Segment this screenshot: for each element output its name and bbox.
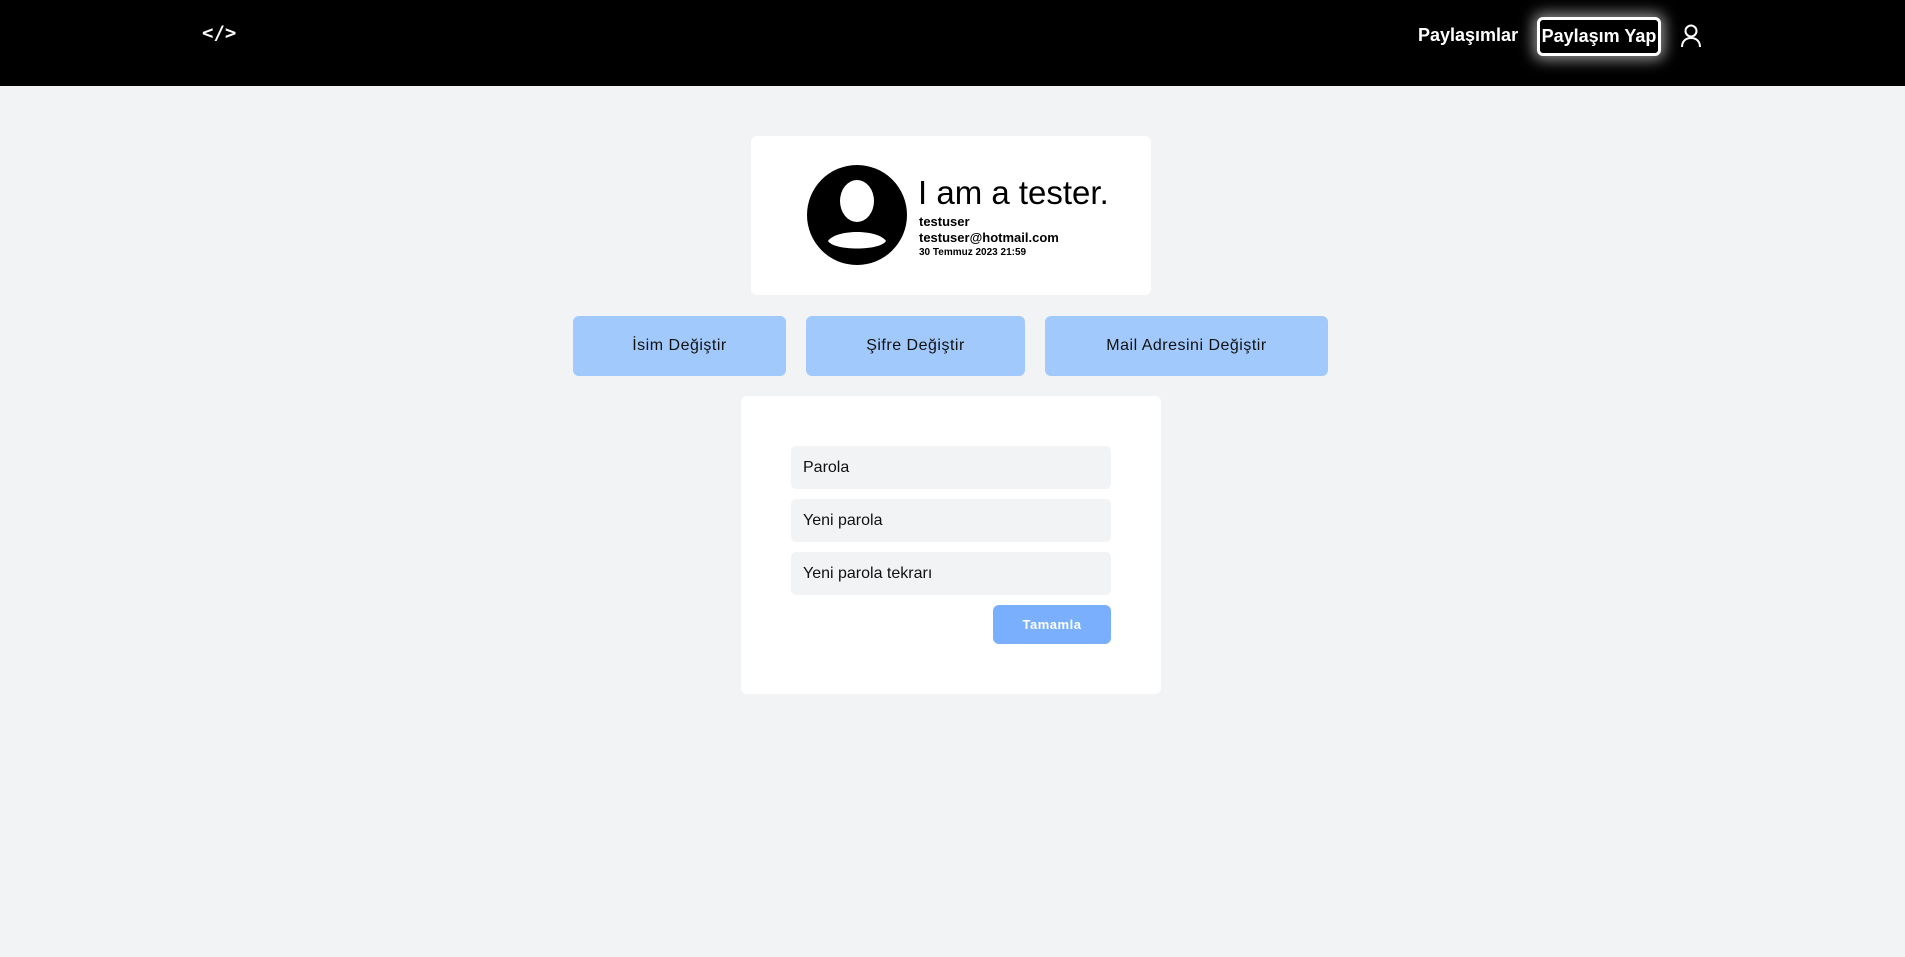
avatar-icon	[807, 165, 907, 270]
tab-change-password[interactable]: Şifre Değiştir	[806, 316, 1025, 376]
create-post-button[interactable]: Paylaşım Yap	[1537, 17, 1661, 56]
change-password-form: Tamamla	[741, 396, 1161, 694]
code-logo-icon[interactable]: </>	[202, 22, 236, 44]
profile-email: testuser@hotmail.com	[919, 230, 1059, 245]
user-icon[interactable]	[1680, 24, 1702, 53]
submit-button[interactable]: Tamamla	[993, 605, 1111, 644]
repeat-password-input[interactable]	[791, 552, 1111, 595]
profile-username: testuser	[919, 214, 970, 229]
tab-change-name[interactable]: İsim Değiştir	[573, 316, 786, 376]
current-password-input[interactable]	[791, 446, 1111, 489]
top-navbar: </> Paylaşımlar Paylaşım Yap	[0, 0, 1905, 86]
profile-date: 30 Temmuz 2023 21:59	[919, 247, 1027, 258]
nav-posts-link[interactable]: Paylaşımlar	[1418, 25, 1518, 46]
new-password-input[interactable]	[791, 499, 1111, 542]
profile-bio: I am a tester.	[918, 174, 1109, 211]
tab-change-email[interactable]: Mail Adresini Değiştir	[1045, 316, 1328, 376]
profile-card: I am a tester. testuser testuser@hotmail…	[751, 136, 1151, 295]
